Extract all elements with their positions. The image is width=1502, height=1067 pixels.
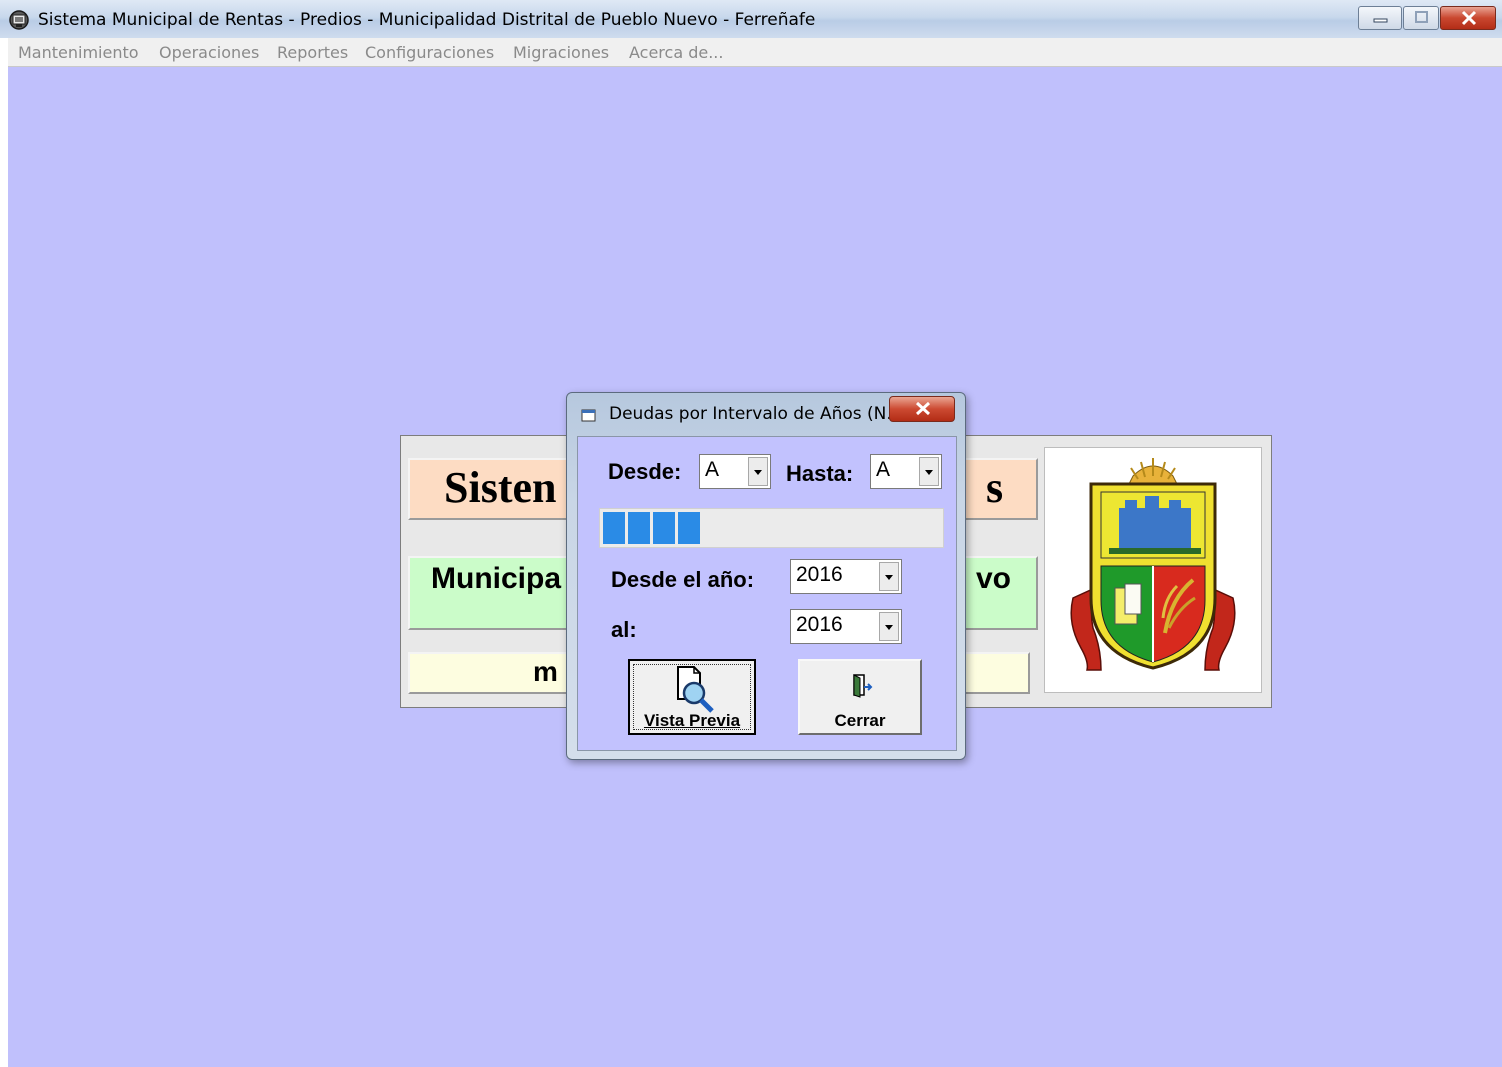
close-icon (1461, 10, 1477, 26)
maximize-button[interactable] (1403, 6, 1439, 30)
al-combo[interactable]: 2016 (790, 609, 902, 644)
dialog-close-button[interactable] (889, 396, 955, 422)
desde-value: A (705, 458, 720, 481)
preview-button[interactable]: Vista Previa (628, 659, 756, 735)
hasta-value: A (876, 458, 891, 481)
chevron-down-icon (885, 575, 893, 580)
desde-anio-dropdown-button[interactable] (879, 562, 899, 591)
chevron-down-icon (754, 470, 762, 475)
hasta-label: Hasta: (786, 461, 854, 486)
desde-anio-combo[interactable]: 2016 (790, 559, 902, 594)
desde-anio-label: Desde el año: (611, 567, 755, 592)
progress-segment (628, 512, 650, 544)
municipal-crest (1044, 447, 1262, 693)
minimize-button[interactable] (1358, 6, 1402, 30)
hasta-combo[interactable]: A (870, 454, 942, 489)
desde-label: Desde: (608, 459, 682, 484)
minimize-icon (1373, 18, 1388, 23)
progress-segment (653, 512, 675, 544)
menu-migraciones[interactable]: Migraciones (513, 43, 609, 62)
progress-segment (603, 512, 625, 544)
menu-bar: Mantenimiento Operaciones Reportes Confi… (8, 38, 1502, 67)
desde-combo[interactable]: A (699, 454, 771, 489)
municipality-text-left: Municipa (431, 562, 562, 595)
al-dropdown-button[interactable] (879, 612, 899, 641)
desde-dropdown-button[interactable] (748, 457, 768, 486)
al-value: 2016 (796, 613, 843, 636)
menu-acerca-de[interactable]: Acerca de... (629, 43, 723, 62)
menu-operaciones[interactable]: Operaciones (159, 43, 259, 62)
close-button[interactable] (1440, 6, 1496, 30)
subtitle-text-left: m (533, 656, 558, 687)
hasta-dropdown-button[interactable] (919, 457, 939, 486)
progress-segment (678, 512, 700, 544)
desde-anio-value: 2016 (796, 563, 843, 586)
chevron-down-icon (925, 470, 933, 475)
dialog-title: Deudas por Intervalo de Años (N... (609, 404, 903, 424)
form-icon (581, 409, 596, 422)
chevron-down-icon (885, 625, 893, 630)
exit-door-icon (853, 674, 873, 698)
preview-label: Vista Previa (643, 711, 741, 730)
close-dialog-label: Cerrar (834, 711, 886, 730)
coat-of-arms-icon (1070, 458, 1236, 671)
system-name-text-left: Sisten (444, 463, 557, 512)
menu-reportes[interactable]: Reportes (277, 43, 348, 62)
al-label: al: (611, 617, 637, 642)
magnifier-document-icon (677, 666, 714, 713)
maximize-icon (1415, 11, 1428, 23)
system-name-text-right: s (986, 463, 1004, 512)
dialog-body: Desde: A Hasta: A Desde el año: 2016 al:… (577, 436, 957, 751)
window-title-bar: Sistema Municipal de Rentas - Predios - … (0, 0, 1502, 38)
app-icon (9, 10, 29, 30)
menu-mantenimiento[interactable]: Mantenimiento (18, 43, 139, 62)
menu-configuraciones[interactable]: Configuraciones (365, 43, 494, 62)
close-dialog-button[interactable]: Cerrar (798, 659, 922, 735)
municipality-text-right: vo (976, 562, 1012, 595)
window-title: Sistema Municipal de Rentas - Predios - … (38, 10, 816, 30)
debts-by-year-dialog: Deudas por Intervalo de Años (N... Desde… (566, 392, 966, 760)
close-icon (915, 401, 931, 416)
progress-bar (599, 508, 944, 548)
